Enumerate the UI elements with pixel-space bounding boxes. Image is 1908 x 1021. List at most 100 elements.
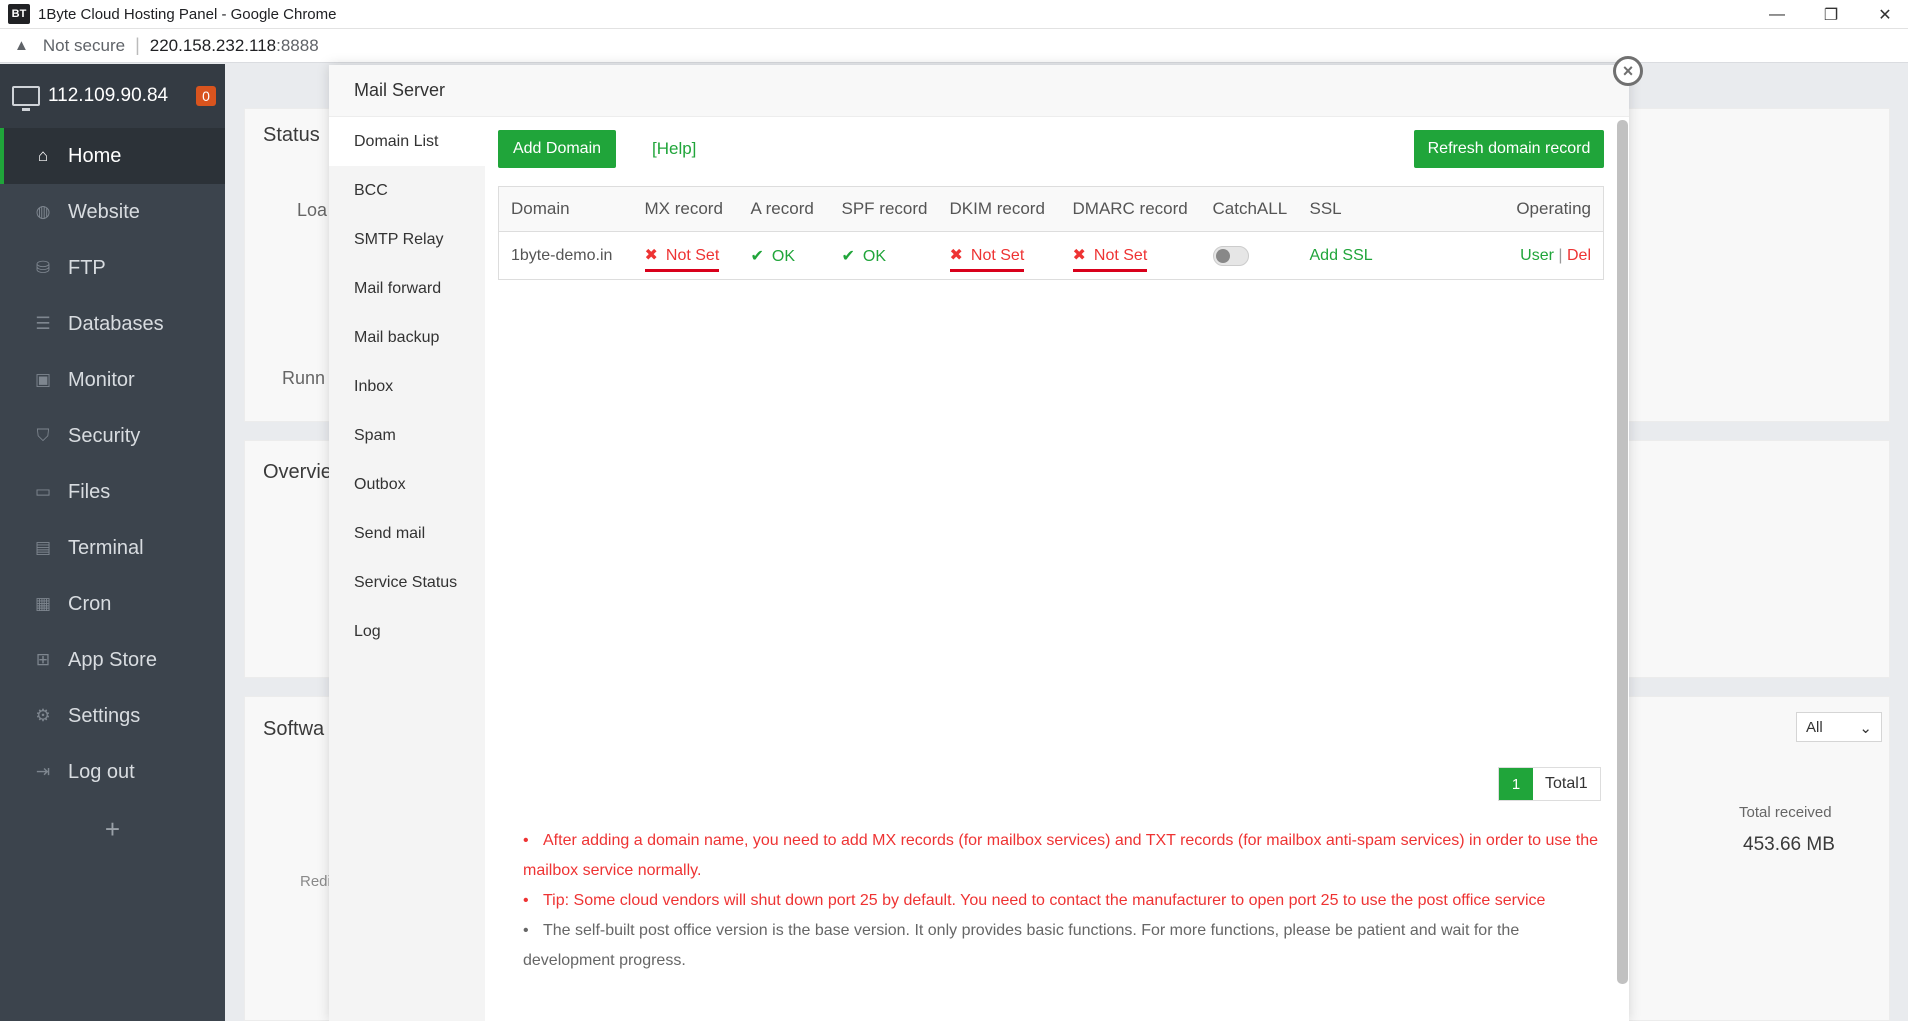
traffic-filter-select[interactable]: All ⌄	[1796, 712, 1882, 742]
logout-icon: ⇥	[35, 762, 51, 781]
url-text[interactable]: 220.158.232.118:8888	[150, 36, 319, 56]
sidebar-item-settings[interactable]: ⚙ Settings	[0, 688, 225, 744]
folder-icon: ▭	[34, 482, 52, 501]
sidebar-item-ftp[interactable]: ⛁ FTP	[0, 240, 225, 296]
monitor-icon: ▣	[34, 370, 52, 389]
header-domain[interactable]: Domain	[498, 186, 633, 232]
sidebar-item-website[interactable]: ◍ Website	[0, 184, 225, 240]
traffic-panel-right	[1628, 696, 1890, 1021]
sidebar-item-label: Cron	[68, 592, 112, 615]
cross-icon: ✖	[949, 247, 963, 264]
sidebar-item-label: Terminal	[68, 536, 144, 559]
modal-tab-bcc[interactable]: BCC	[329, 166, 485, 215]
sidebar-item-label: Website	[68, 200, 140, 223]
modal-tab-domain-list[interactable]: Domain List	[329, 117, 485, 166]
modal-tab-send-mail[interactable]: Send mail	[329, 509, 485, 558]
header-mx[interactable]: MX record	[632, 186, 739, 232]
pagination: 1 Total1	[1498, 767, 1601, 801]
ftp-icon: ⛁	[35, 258, 51, 277]
sidebar-item-label: Databases	[68, 312, 164, 335]
monitor-icon	[12, 86, 40, 111]
minimize-button[interactable]: —	[1754, 0, 1800, 29]
sidebar-item-files[interactable]: ▭ Files	[0, 464, 225, 520]
warning-icon[interactable]: ▲	[14, 37, 29, 54]
sidebar-item-log-out[interactable]: ⇥ Log out	[0, 744, 225, 800]
window-title: 1Byte Cloud Hosting Panel - Google Chrom…	[38, 5, 337, 23]
user-link[interactable]: User	[1520, 247, 1554, 264]
sidebar-item-security[interactable]: ⛉ Security	[0, 408, 225, 464]
catchall-cell	[1201, 232, 1298, 280]
header-operating[interactable]: Operating	[1457, 186, 1604, 232]
dkim-cell[interactable]: ✖ Not Set	[938, 232, 1061, 280]
modal-tab-spam[interactable]: Spam	[329, 411, 485, 460]
sidebar-item-label: Home	[68, 144, 122, 167]
catchall-toggle[interactable]	[1212, 245, 1249, 266]
close-icon[interactable]: ×	[1613, 56, 1643, 86]
modal-tab-mail-backup[interactable]: Mail backup	[329, 313, 485, 362]
globe-icon: ◍	[35, 202, 51, 221]
database-icon: ☰	[35, 314, 51, 333]
sidebar-item-label: FTP	[68, 256, 106, 279]
sidebar-item-monitor[interactable]: ▣ Monitor	[0, 352, 225, 408]
sidebar-item-databases[interactable]: ☰ Databases	[0, 296, 225, 352]
tip-item: • The self-built post office version is t…	[523, 916, 1603, 976]
modal-scrollbar[interactable]	[1617, 120, 1628, 984]
delete-link[interactable]: Del	[1567, 247, 1591, 264]
status-panel-right	[1628, 108, 1890, 422]
tip-text: The self-built post office version is th…	[523, 922, 1520, 969]
spf-cell[interactable]: ✔ OK	[830, 232, 938, 280]
mx-status: ✖ Not Set	[644, 245, 720, 272]
header-spf[interactable]: SPF record	[829, 186, 938, 232]
header-dmarc[interactable]: DMARC record	[1060, 186, 1201, 232]
op-separator: |	[1558, 246, 1563, 264]
mx-cell[interactable]: ✖ Not Set	[633, 232, 739, 280]
modal-tab-inbox[interactable]: Inbox	[329, 362, 485, 411]
total-count: Total1	[1533, 768, 1600, 800]
notification-badge[interactable]: 0	[196, 86, 216, 106]
sidebar-item-cron[interactable]: ▦ Cron	[0, 576, 225, 632]
sidebar-item-home[interactable]: ⌂ Home	[0, 128, 225, 184]
security-label[interactable]: Not secure	[43, 36, 125, 56]
gear-icon: ⚙	[35, 706, 51, 725]
add-ssl-link[interactable]: Add SSL	[1310, 247, 1373, 264]
ssl-cell: Add SSL	[1298, 232, 1458, 280]
tips-list: • After adding a domain name, you need to…	[523, 826, 1603, 976]
bullet-icon: •	[523, 832, 529, 849]
divider: |	[135, 35, 140, 55]
add-domain-button[interactable]: Add Domain	[498, 130, 616, 168]
header-ssl[interactable]: SSL	[1297, 186, 1458, 232]
modal-tab-service-status[interactable]: Service Status	[329, 558, 485, 607]
table-header-row: Domain MX record A record SPF record DKI…	[498, 186, 1604, 232]
header-catchall[interactable]: CatchALL	[1200, 186, 1298, 232]
table-row: 1byte-demo.in ✖ Not Set ✔ OK ✔ OK ✖ Not Set …	[499, 232, 1604, 280]
server-host: 112.109.90.84 0	[0, 64, 225, 128]
total-received-label: Total received	[1739, 804, 1832, 821]
dkim-status: ✖ Not Set	[949, 245, 1025, 272]
modal-tab-mail-forward[interactable]: Mail forward	[329, 264, 485, 313]
modal-tab-smtp-relay[interactable]: SMTP Relay	[329, 215, 485, 264]
header-dkim[interactable]: DKIM record	[937, 186, 1061, 232]
sidebar-item-label: App Store	[68, 648, 157, 671]
a-cell[interactable]: ✔ OK	[739, 232, 830, 280]
software-heading: Softwa	[263, 718, 325, 740]
chevron-down-icon: ⌄	[1859, 720, 1872, 737]
cross-icon: ✖	[1072, 247, 1086, 264]
sidebar-item-label: Settings	[68, 704, 141, 727]
add-icon[interactable]: +	[0, 804, 225, 854]
modal-tab-outbox[interactable]: Outbox	[329, 460, 485, 509]
refresh-domain-record-button[interactable]: Refresh domain record	[1414, 130, 1604, 168]
redis-label: Redi	[300, 873, 331, 890]
header-a[interactable]: A record	[738, 186, 830, 232]
help-link[interactable]: [Help]	[652, 139, 696, 159]
sidebar-item-app-store[interactable]: ⊞ App Store	[0, 632, 225, 688]
restore-button[interactable]: ❐	[1808, 0, 1854, 29]
app-logo-icon: BT	[8, 4, 30, 24]
sidebar-item-label: Files	[68, 480, 111, 503]
browser-titlebar: BT 1Byte Cloud Hosting Panel - Google Ch…	[0, 0, 1908, 29]
sidebar-item-terminal[interactable]: ▤ Terminal	[0, 520, 225, 576]
dmarc-cell[interactable]: ✖ Not Set	[1061, 232, 1201, 280]
modal-tab-log[interactable]: Log	[329, 607, 485, 656]
close-window-button[interactable]: ✕	[1862, 0, 1908, 29]
total-received-value: 453.66 MB	[1743, 834, 1835, 855]
page-number-button[interactable]: 1	[1499, 768, 1533, 800]
